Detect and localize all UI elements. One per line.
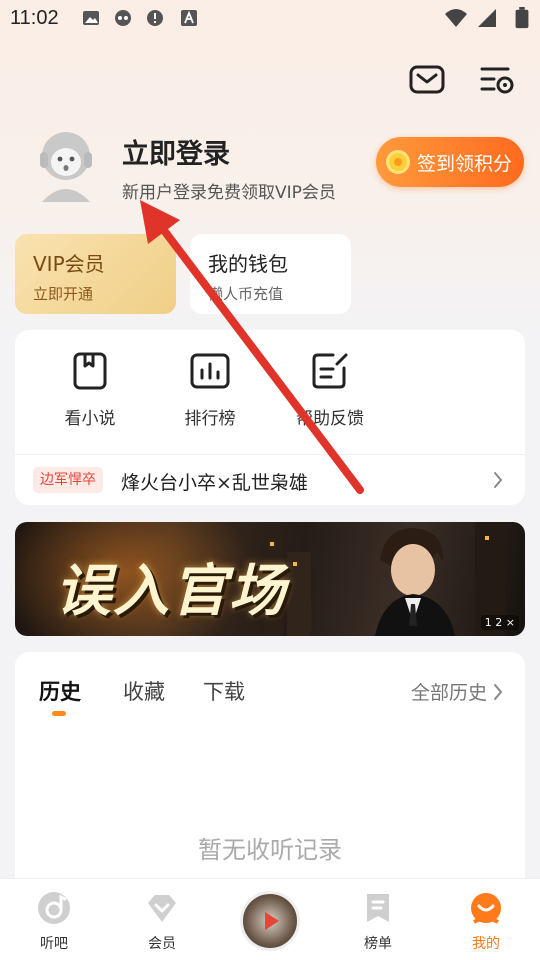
mail-icon[interactable]	[408, 62, 446, 98]
recommend-tag: 边军悍卒	[33, 467, 103, 493]
nav-ranking[interactable]: 榜单	[338, 891, 418, 953]
status-bar: 11:02	[0, 0, 540, 38]
image-notification-icon	[83, 11, 99, 25]
center-player-icon	[265, 912, 279, 930]
banner-character-figure	[375, 528, 455, 636]
list-settings-icon[interactable]	[478, 62, 516, 98]
tab-favorites[interactable]: 收藏	[123, 676, 165, 706]
coin-icon	[386, 150, 410, 174]
wifi-icon	[445, 9, 467, 27]
feedback-edit-icon	[312, 353, 348, 389]
tool-label: 看小说	[64, 409, 116, 429]
signal-icon	[478, 9, 496, 27]
login-title[interactable]: 立即登录	[122, 132, 230, 171]
nav-label: 我的	[472, 936, 500, 952]
avatar-icon[interactable]	[26, 124, 106, 204]
nav-label: 听吧	[40, 936, 68, 952]
all-history-link[interactable]: 全部历史	[411, 678, 503, 705]
tool-label: 帮助反馈	[296, 409, 364, 429]
chart-icon	[190, 353, 230, 389]
history-card: 历史 收藏 下载 全部历史 暂无收听记录	[15, 652, 525, 892]
nav-listen[interactable]: 听吧	[14, 891, 94, 953]
promo-banner[interactable]: 误入官场 1 2 ×	[15, 522, 525, 636]
chevron-right-icon	[494, 472, 503, 488]
battery-icon	[515, 7, 529, 29]
wallet-subtitle: 懒人币充值	[208, 285, 284, 303]
listen-icon	[38, 892, 70, 924]
profile-icon	[471, 893, 501, 924]
headset-notification-icon	[115, 10, 131, 26]
tab-active-indicator	[52, 711, 66, 716]
empty-history-text: 暂无收听记录	[198, 836, 342, 864]
wallet-title: 我的钱包	[208, 252, 288, 276]
banner-title: 误入官场	[55, 559, 287, 624]
tool-ranking[interactable]: 排行榜	[160, 352, 260, 429]
tab-history[interactable]: 历史	[39, 676, 81, 706]
vip-card[interactable]: VIP会员 立即开通	[15, 234, 176, 314]
tool-label: 排行榜	[184, 409, 236, 429]
nav-vip[interactable]: 会员	[122, 891, 202, 953]
tools-card: 看小说 排行榜 帮助反馈 边军悍卒 烽火台小卒×乱世枭雄	[15, 330, 525, 505]
nav-label: 榜单	[364, 936, 392, 952]
book-icon	[73, 352, 107, 390]
vip-subtitle: 立即开通	[33, 285, 94, 303]
vip-title: VIP会员	[33, 252, 105, 276]
all-history-label: 全部历史	[410, 682, 487, 704]
nav-label: 会员	[148, 936, 176, 952]
wallet-card[interactable]: 我的钱包 懒人币充值	[190, 234, 351, 314]
alert-notification-icon	[147, 10, 163, 26]
recommend-title: 烽火台小卒×乱世枭雄	[121, 472, 308, 494]
chevron-right-icon	[494, 683, 503, 700]
banner-ad-close[interactable]: 1 2 ×	[480, 615, 519, 630]
nav-mine[interactable]: 我的	[446, 891, 526, 953]
tool-help-feedback[interactable]: 帮助反馈	[280, 352, 380, 429]
signin-points-button[interactable]: 签到领积分	[376, 137, 524, 187]
recommend-row[interactable]: 边军悍卒 烽火台小卒×乱世枭雄	[15, 455, 525, 505]
center-player-button[interactable]	[240, 891, 300, 951]
keyboard-notification-icon	[181, 10, 197, 26]
tab-downloads[interactable]: 下载	[203, 676, 245, 706]
status-time: 11:02	[10, 7, 59, 29]
signin-points-label: 签到领积分	[417, 152, 513, 175]
bottom-nav: 听吧 会员 榜单 我的	[0, 878, 540, 960]
diamond-icon	[148, 895, 176, 922]
ranking-icon	[367, 894, 389, 922]
login-subtitle[interactable]: 新用户登录免费领取VIP会员	[122, 178, 336, 203]
tool-read-novel[interactable]: 看小说	[40, 352, 140, 429]
